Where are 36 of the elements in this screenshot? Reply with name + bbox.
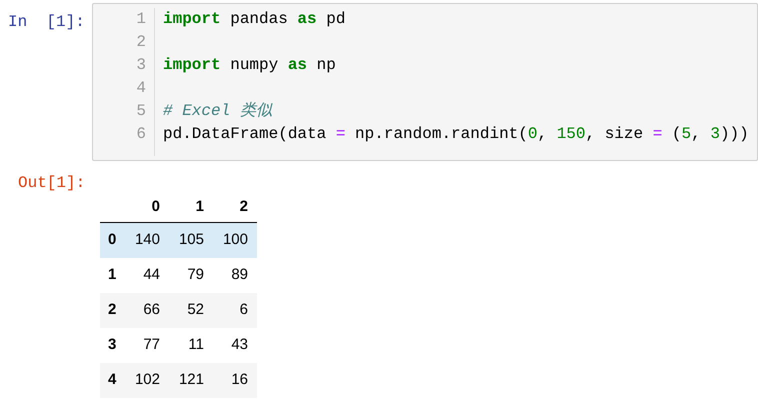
line-number: 3 xyxy=(135,55,147,76)
code-line: pd.DataFrame(data = np.random.randint(0, 150, size = (5, 3))) xyxy=(163,124,749,145)
code-line: # Excel 类似 xyxy=(163,100,274,122)
table-cell-text: 11 xyxy=(187,335,205,356)
code-line: import pandas as pd xyxy=(163,9,346,30)
line-number: 5 xyxy=(135,101,147,122)
table-cell-text: 16 xyxy=(230,370,249,390)
table-cell-text: 43 xyxy=(230,335,249,356)
table-cell-text: 52 xyxy=(186,300,205,320)
code-line: import numpy as np xyxy=(163,55,337,76)
input-prompt: In [1]: xyxy=(7,12,86,33)
line-number: 1 xyxy=(135,9,147,30)
table-cell-text: 44 xyxy=(142,265,161,286)
column-header: 0 xyxy=(150,197,161,218)
output-prompt: Out[1]: xyxy=(17,173,86,193)
table-cell-text: 105 xyxy=(178,230,205,250)
table-cell-text: 77 xyxy=(142,335,161,356)
line-number: 6 xyxy=(135,124,147,145)
line-number: 2 xyxy=(135,32,147,53)
table-cell-text: 140 xyxy=(134,230,161,250)
row-index: 4 xyxy=(107,370,118,390)
table-cell-text: 66 xyxy=(142,300,161,320)
table-cell-text: 100 xyxy=(222,230,249,250)
table-cell-text: 79 xyxy=(186,265,205,286)
row-index: 3 xyxy=(107,335,118,356)
row-index: 0 xyxy=(107,230,118,250)
table-cell-text: 102 xyxy=(134,370,161,390)
row-index: 1 xyxy=(107,265,118,286)
column-header: 1 xyxy=(194,197,205,218)
code-cell[interactable]: 1 2 3 4 5 6 import pandas as pd import numpy as np # Excel 类似 pd.DataFrame(data = np.random.randint(0, 150, size = (5, 3))) xyxy=(92,3,758,161)
row-index: 2 xyxy=(107,300,118,320)
table-cell-text: 121 xyxy=(178,370,205,390)
line-number: 4 xyxy=(135,78,147,99)
table-cell-text: 89 xyxy=(230,265,249,286)
table-cell-text: 6 xyxy=(238,300,249,320)
column-header: 2 xyxy=(238,197,249,218)
